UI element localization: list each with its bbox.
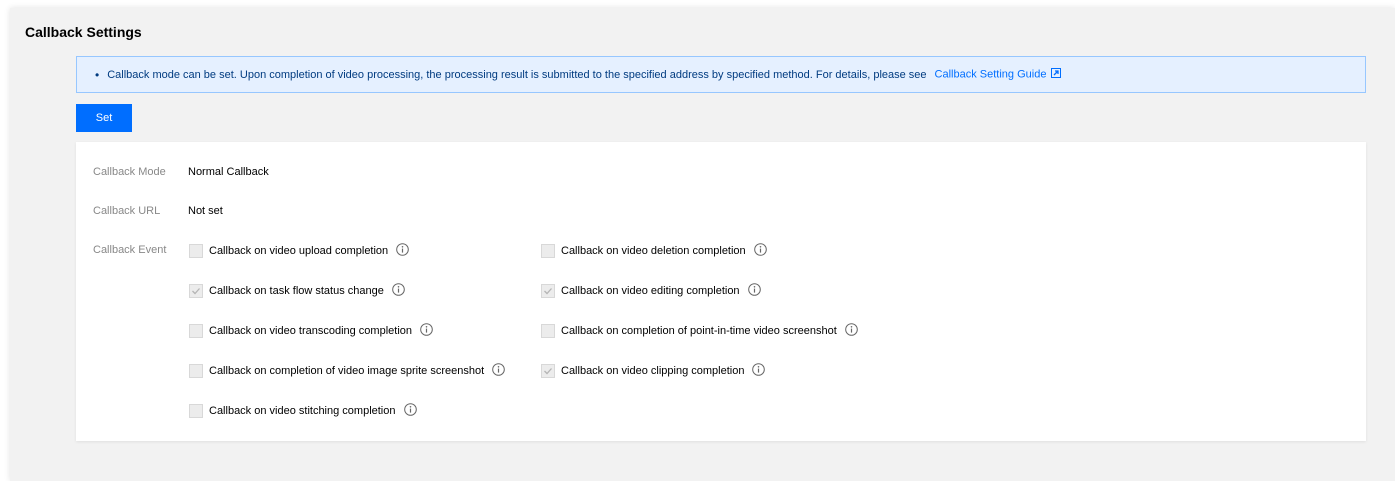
checkbox-checked-icon[interactable]: [541, 284, 555, 298]
info-notice: • Callback mode can be set. Upon complet…: [76, 56, 1366, 93]
page-title: Callback Settings: [25, 24, 142, 40]
settings-panel: Callback Mode Normal Callback Callback U…: [76, 142, 1366, 441]
event-checkbox-video-transcoding[interactable]: Callback on video transcoding completion: [189, 323, 433, 339]
info-icon[interactable]: [396, 243, 409, 259]
callback-setting-guide-link[interactable]: Callback Setting Guide: [935, 68, 1062, 81]
event-checkbox-point-in-time-screenshot[interactable]: Callback on completion of point-in-time …: [541, 323, 858, 339]
notice-text: Callback mode can be set. Upon completio…: [107, 68, 927, 81]
info-icon[interactable]: [420, 323, 433, 339]
event-label: Callback on video deletion completion: [561, 245, 746, 257]
checkbox-icon[interactable]: [541, 324, 555, 338]
event-label: Callback on completion of point-in-time …: [561, 325, 837, 337]
event-checkbox-video-stitching[interactable]: Callback on video stitching completion: [189, 403, 417, 419]
info-icon[interactable]: [753, 243, 767, 259]
info-icon[interactable]: [392, 283, 405, 299]
external-link-icon: [1051, 68, 1062, 81]
link-label: Callback Setting Guide: [934, 68, 1047, 81]
event-checkbox-image-sprite-screenshot[interactable]: Callback on completion of video image sp…: [189, 363, 505, 379]
event-checkbox-task-flow-status[interactable]: Callback on task flow status change: [189, 283, 405, 299]
callback-url-value: Not set: [188, 205, 223, 217]
callback-mode-label: Callback Mode: [93, 166, 166, 178]
event-checkbox-video-editing[interactable]: Callback on video editing completion: [541, 283, 761, 299]
callback-url-label: Callback URL: [93, 205, 161, 217]
checkbox-icon[interactable]: [189, 404, 203, 418]
info-icon[interactable]: [403, 403, 417, 419]
info-icon[interactable]: [752, 363, 766, 379]
info-icon[interactable]: [844, 323, 858, 339]
bullet-icon: •: [95, 67, 100, 82]
checkbox-icon[interactable]: [189, 324, 203, 338]
callback-event-label: Callback Event: [93, 244, 167, 256]
event-checkbox-video-deletion[interactable]: Callback on video deletion completion: [541, 243, 767, 259]
event-label: Callback on task flow status change: [209, 285, 384, 297]
callback-mode-value: Normal Callback: [188, 166, 269, 178]
event-label: Callback on video upload completion: [209, 245, 389, 257]
checkbox-checked-icon[interactable]: [541, 364, 555, 378]
set-button[interactable]: Set: [76, 104, 132, 132]
event-label: Callback on video editing completion: [561, 285, 740, 297]
event-label: Callback on video transcoding completion: [209, 325, 413, 337]
event-checkbox-video-upload[interactable]: Callback on video upload completion: [189, 243, 409, 259]
checkbox-checked-icon[interactable]: [189, 284, 203, 298]
checkbox-icon[interactable]: [541, 244, 555, 258]
info-icon[interactable]: [747, 283, 761, 299]
event-label: Callback on video clipping completion: [561, 365, 745, 377]
event-label: Callback on completion of video image sp…: [209, 365, 485, 377]
info-icon[interactable]: [492, 363, 505, 379]
checkbox-icon[interactable]: [189, 244, 203, 258]
checkbox-icon[interactable]: [189, 364, 203, 378]
event-label: Callback on video stitching completion: [209, 405, 396, 417]
event-checkbox-video-clipping[interactable]: Callback on video clipping completion: [541, 363, 766, 379]
